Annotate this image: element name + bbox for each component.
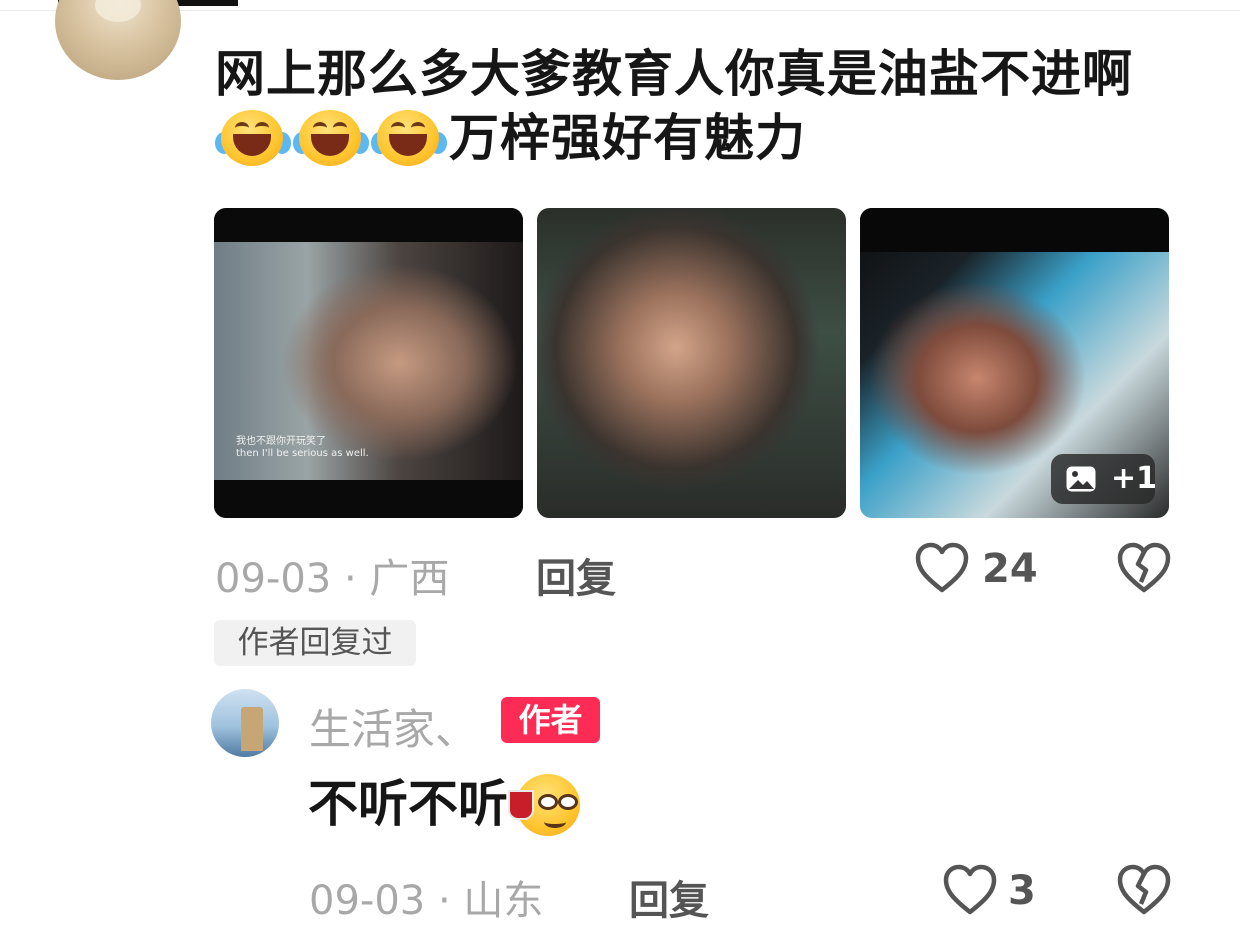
- avatar-tower: [241, 707, 263, 751]
- laugh-emoji-icon: [293, 106, 371, 170]
- image-icon: [1066, 466, 1096, 492]
- reply-body: 不听不听: [308, 772, 584, 838]
- comment-like-count: 24: [982, 546, 1038, 592]
- broken-heart-icon[interactable]: [1116, 542, 1172, 594]
- top-bar: [0, 0, 1240, 11]
- comment-photo[interactable]: +1: [860, 208, 1169, 518]
- avatar-face: [95, 0, 141, 22]
- reply-username[interactable]: 生活家、: [309, 696, 477, 757]
- laugh-emoji-icon: [215, 106, 293, 170]
- comment-date-location: 09-03 · 广西: [215, 556, 450, 602]
- reply-date-location: 09-03 · 山东: [309, 878, 544, 924]
- smirk-emoji-icon: [508, 772, 584, 838]
- heart-outline-icon[interactable]: [914, 542, 970, 594]
- author-replied-tag[interactable]: 作者回复过: [214, 620, 416, 666]
- commenter-avatar[interactable]: [55, 0, 181, 80]
- more-photos-count: +1: [1111, 461, 1158, 496]
- author-badge: 作者: [501, 697, 600, 743]
- broken-heart-icon[interactable]: [1116, 864, 1172, 916]
- comment-photo[interactable]: 我也不跟你开玩笑了 then I'll be serious as well.: [214, 208, 523, 518]
- photo-subtitle: 我也不跟你开玩笑了 then I'll be serious as well.: [236, 436, 369, 459]
- comment-reply-button[interactable]: 回复: [536, 546, 616, 604]
- comment-photo-grid: 我也不跟你开玩笑了 then I'll be serious as well. …: [214, 208, 1170, 519]
- laugh-emoji-icon: [371, 106, 449, 170]
- comment-text-line1: 网上那么多大爹教育人你真是油盐不进啊: [215, 45, 1133, 103]
- reply-avatar[interactable]: [211, 689, 279, 757]
- comment-photo[interactable]: [537, 208, 846, 518]
- comment-body: 网上那么多大爹教育人你真是油盐不进啊 万梓强好有魅力: [215, 42, 1195, 170]
- comment-text-line2: 万梓强好有魅力: [215, 106, 1195, 170]
- comment-text-tail: 万梓强好有魅力: [449, 109, 806, 167]
- more-photos-badge[interactable]: +1: [1051, 454, 1158, 504]
- reply-like-count: 3: [1008, 868, 1036, 914]
- reply-reply-button[interactable]: 回复: [629, 868, 709, 926]
- heart-outline-icon[interactable]: [942, 864, 998, 916]
- reply-text: 不听不听: [308, 775, 508, 833]
